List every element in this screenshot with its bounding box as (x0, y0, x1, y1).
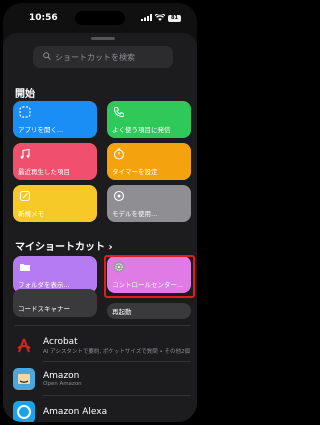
note-icon (18, 189, 32, 203)
tile-recently-played[interactable]: 最近再生した項目 (13, 143, 97, 180)
tile-label: フォルダを表示... (18, 281, 70, 289)
alexa-app-icon (13, 401, 35, 422)
tile-set-timer[interactable]: タイマーを設定 (107, 143, 191, 180)
battery-icon: 81 (168, 14, 181, 22)
section-title-my-shortcuts[interactable]: マイショートカット › (15, 238, 113, 253)
shortcuts-sheet: ショートカットを検索 開始 アプリを開く... よく使う項目に発信 最近再生した… (3, 33, 197, 422)
phone-screen: 10:56 81 ショートカットを検索 開始 アプリを開く... よく使う項目に… (0, 0, 200, 425)
divider (43, 395, 191, 396)
timer-icon (112, 147, 126, 161)
tile-use-model[interactable]: モデルを使用... (107, 185, 191, 222)
folder-icon (18, 260, 32, 274)
tile-call-favorite[interactable]: よく使う項目に発信 (107, 101, 191, 138)
search-placeholder: ショートカットを検索 (55, 52, 135, 62)
signal-icon (141, 13, 152, 23)
app-row-amazon-alexa[interactable]: Amazon Alexa (13, 399, 193, 422)
tile-restart[interactable]: 再起動 (107, 303, 191, 319)
app-row-amazon[interactable]: Amazon Open Amazon (13, 366, 193, 392)
dynamic-island (75, 11, 125, 25)
status-indicators: 81 (141, 12, 181, 23)
tile-show-folder[interactable]: フォルダを表示... (13, 256, 97, 293)
phone-icon (112, 105, 126, 119)
divider (15, 325, 191, 326)
app-subtitle: Open Amazon (43, 381, 82, 387)
music-note-icon (18, 147, 32, 161)
tile-label: タイマーを設定 (112, 168, 158, 176)
section-title-start: 開始 (15, 89, 35, 100)
search-field[interactable]: ショートカットを検索 (33, 46, 173, 68)
app-row-acrobat[interactable]: Acrobat AI アシスタントで要約, ポケットサイズで質問 • その他2個 (13, 333, 193, 359)
chevron-right-icon: › (108, 242, 113, 253)
app-name: Amazon (43, 371, 80, 381)
tile-label: 再起動 (112, 308, 132, 315)
tile-label: コードスキャナー (18, 305, 70, 313)
model-icon (112, 189, 126, 203)
tile-label: アプリを開く... (18, 126, 64, 134)
status-time: 10:56 (29, 13, 58, 23)
tile-new-note[interactable]: 新規メモ (13, 185, 97, 222)
tile-code-scanner[interactable]: コードスキャナー (13, 289, 97, 317)
tile-open-app[interactable]: アプリを開く... (13, 101, 97, 138)
tile-label: 最近再生した項目 (18, 168, 70, 176)
app-name: Amazon Alexa (43, 407, 108, 417)
highlight-box (104, 255, 195, 298)
sheet-grabber[interactable] (91, 37, 115, 40)
divider (43, 361, 191, 362)
app-subtitle: AI アシスタントで要約, ポケットサイズで質問 • その他2個 (43, 349, 190, 355)
app-name: Acrobat (43, 337, 78, 347)
acrobat-app-icon (13, 335, 35, 357)
tile-label: モデルを使用... (112, 210, 158, 218)
wifi-icon (154, 12, 166, 23)
tile-label: よく使う項目に発信 (112, 126, 171, 134)
search-icon (43, 52, 55, 62)
app-square-icon (18, 105, 32, 119)
tile-label: 新規メモ (18, 210, 44, 218)
amazon-app-icon (13, 368, 35, 390)
